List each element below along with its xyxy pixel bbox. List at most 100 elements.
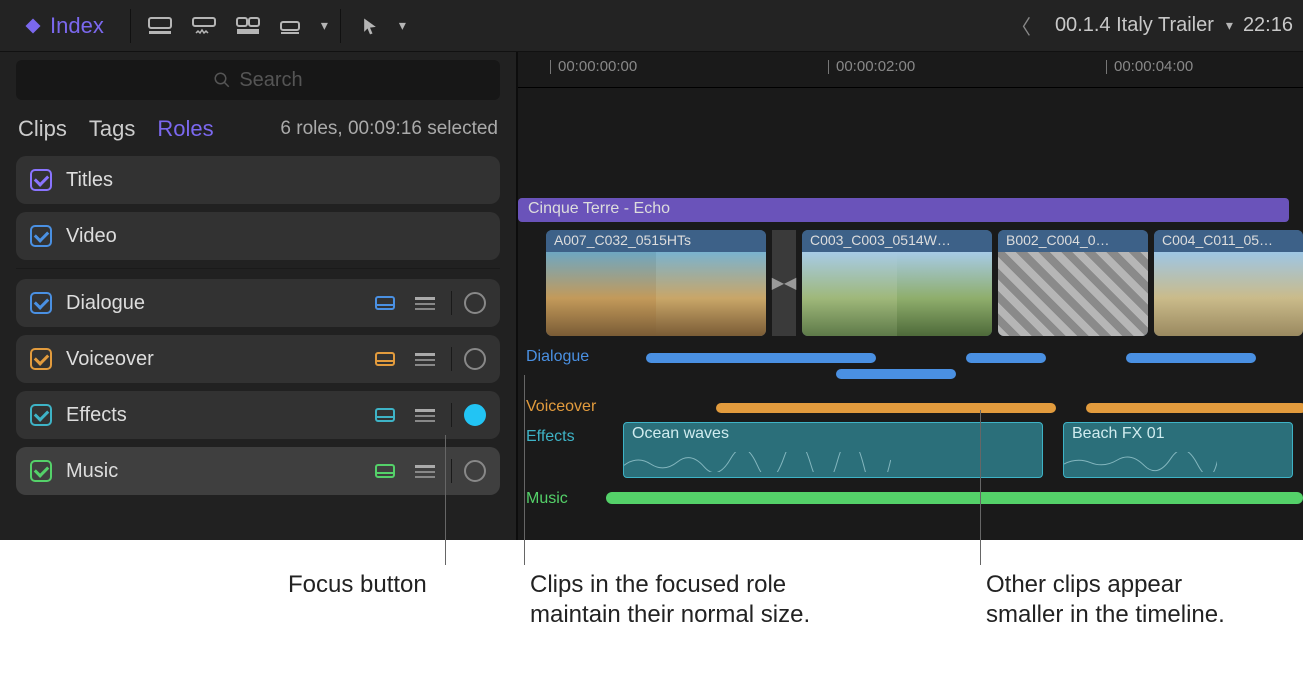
index-tabs: Clips Tags Roles 6 roles, 00:09:16 selec… bbox=[0, 108, 516, 156]
group-separator bbox=[16, 268, 500, 269]
lane-label-music: Music bbox=[526, 490, 568, 508]
dialogue-lane bbox=[596, 353, 1303, 363]
list-view-icon[interactable] bbox=[411, 404, 439, 426]
tool-select-group: ▾ bbox=[353, 12, 406, 40]
music-clip[interactable] bbox=[606, 492, 1303, 504]
role-voiceover[interactable]: Voiceover bbox=[16, 335, 500, 383]
list-view-icon[interactable] bbox=[411, 348, 439, 370]
index-sidebar: Search Clips Tags Roles 6 roles, 00:09:1… bbox=[0, 52, 518, 540]
tab-roles[interactable]: Roles bbox=[157, 116, 213, 142]
checkbox-icon[interactable] bbox=[30, 169, 52, 191]
video-track: A007_C032_0515HTs ▶◀ C003_C003_0514W… B0… bbox=[546, 230, 1303, 336]
leader-line bbox=[980, 410, 981, 565]
video-clip[interactable]: C004_C011_05… bbox=[1154, 230, 1303, 336]
voiceover-lane bbox=[596, 403, 1303, 413]
role-dialogue[interactable]: Dialogue bbox=[16, 279, 500, 327]
callout-other-clips: Other clips appear smaller in the timeli… bbox=[986, 570, 1236, 630]
focus-button[interactable] bbox=[464, 348, 486, 370]
clip-name: C003_C003_0514W… bbox=[802, 230, 992, 252]
roles-summary: 6 roles, 00:09:16 selected bbox=[280, 118, 498, 140]
annotation-callouts: Focus button Clips in the focused role m… bbox=[0, 540, 1303, 676]
list-view-icon[interactable] bbox=[411, 460, 439, 482]
role-video[interactable]: Video bbox=[16, 212, 500, 260]
checkbox-icon[interactable] bbox=[30, 460, 52, 482]
ruler-tick: 00:00:04:00 bbox=[1114, 58, 1193, 75]
separator bbox=[340, 9, 341, 43]
role-titles[interactable]: Titles bbox=[16, 156, 500, 204]
clip-appearance-4-icon[interactable] bbox=[275, 12, 309, 40]
lane-view-icon[interactable] bbox=[371, 460, 399, 482]
chevron-down-icon[interactable]: ▾ bbox=[321, 17, 328, 34]
role-label: Titles bbox=[66, 169, 113, 192]
role-label: Voiceover bbox=[66, 348, 154, 371]
checkbox-icon[interactable] bbox=[30, 292, 52, 314]
project-header: 〈 00.1.4 Italy Trailer ▾ 22:16 bbox=[997, 11, 1293, 40]
audio-clip[interactable] bbox=[716, 403, 1056, 413]
timeline[interactable]: 00:00:00:00 00:00:02:00 00:00:04:00 Cinq… bbox=[518, 52, 1303, 540]
separator bbox=[130, 9, 131, 43]
time-ruler[interactable]: 00:00:00:00 00:00:02:00 00:00:04:00 bbox=[518, 52, 1303, 88]
role-label: Dialogue bbox=[66, 292, 145, 315]
checkbox-icon[interactable] bbox=[30, 404, 52, 426]
lane-label-dialogue: Dialogue bbox=[526, 348, 589, 366]
project-name[interactable]: 00.1.4 Italy Trailer bbox=[1055, 14, 1214, 37]
checkbox-icon[interactable] bbox=[30, 225, 52, 247]
callout-focused-role: Clips in the focused role maintain their… bbox=[530, 570, 820, 630]
role-label: Effects bbox=[66, 404, 127, 427]
role-label: Video bbox=[66, 225, 117, 248]
top-toolbar: Index ▾ ▾ 〈 00.1.4 Italy Trailer ▾ 22:16 bbox=[0, 0, 1303, 52]
index-button[interactable]: Index bbox=[10, 7, 118, 45]
ruler-tick: 00:00:00:00 bbox=[558, 58, 637, 75]
clip-name: A007_C032_0515HTs bbox=[546, 230, 766, 252]
list-view-icon[interactable] bbox=[411, 292, 439, 314]
ruler-tick: 00:00:02:00 bbox=[836, 58, 915, 75]
audio-clip[interactable] bbox=[646, 353, 876, 363]
focus-button[interactable] bbox=[464, 292, 486, 314]
clip-appearance-2-icon[interactable] bbox=[187, 12, 221, 40]
callout-focus: Focus button bbox=[288, 570, 427, 600]
chevron-down-icon[interactable]: ▾ bbox=[1226, 17, 1233, 34]
project-timecode: 22:16 bbox=[1243, 14, 1293, 37]
lane-label-effects: Effects bbox=[526, 428, 575, 446]
transition-icon[interactable]: ▶◀ bbox=[772, 230, 796, 336]
clip-name: Beach FX 01 bbox=[1072, 425, 1165, 442]
waveform-icon bbox=[1064, 452, 1217, 472]
search-input[interactable]: Search bbox=[16, 60, 500, 100]
nav-back-icon[interactable]: 〈 bbox=[997, 11, 1045, 40]
index-icon bbox=[24, 17, 42, 35]
clip-name: C004_C011_05… bbox=[1154, 230, 1303, 252]
pointer-tool-icon[interactable] bbox=[353, 12, 387, 40]
checkbox-icon[interactable] bbox=[30, 348, 52, 370]
role-label: Music bbox=[66, 460, 118, 483]
effects-clip[interactable]: Beach FX 01 bbox=[1063, 422, 1293, 478]
video-clip[interactable]: A007_C032_0515HTs bbox=[546, 230, 766, 336]
tab-tags[interactable]: Tags bbox=[89, 116, 135, 142]
role-effects[interactable]: Effects bbox=[16, 391, 500, 439]
focus-button[interactable] bbox=[464, 404, 486, 426]
clip-appearance-1-icon[interactable] bbox=[143, 12, 177, 40]
clip-appearance-group: ▾ bbox=[143, 12, 328, 40]
tab-clips[interactable]: Clips bbox=[18, 116, 67, 142]
video-clip[interactable]: B002_C004_0… bbox=[998, 230, 1148, 336]
search-placeholder: Search bbox=[239, 69, 302, 92]
role-music[interactable]: Music bbox=[16, 447, 500, 495]
leader-line bbox=[445, 435, 446, 565]
focus-button[interactable] bbox=[464, 460, 486, 482]
audio-clip[interactable] bbox=[836, 369, 956, 379]
clip-name: Ocean waves bbox=[632, 425, 729, 442]
video-clip[interactable]: C003_C003_0514W… bbox=[802, 230, 992, 336]
lane-view-icon[interactable] bbox=[371, 404, 399, 426]
title-clip[interactable]: Cinque Terre - Echo bbox=[518, 198, 1289, 222]
chevron-down-icon[interactable]: ▾ bbox=[399, 17, 406, 34]
waveform-icon bbox=[624, 452, 891, 472]
roles-list: Titles Video Dialogue bbox=[0, 156, 516, 503]
audio-clip[interactable] bbox=[966, 353, 1046, 363]
clip-appearance-3-icon[interactable] bbox=[231, 12, 265, 40]
lane-view-icon[interactable] bbox=[371, 292, 399, 314]
audio-clip[interactable] bbox=[1126, 353, 1256, 363]
lane-view-icon[interactable] bbox=[371, 348, 399, 370]
audio-clip[interactable] bbox=[1086, 403, 1303, 413]
index-label: Index bbox=[50, 13, 104, 39]
search-icon bbox=[213, 71, 231, 89]
leader-line bbox=[524, 375, 525, 565]
